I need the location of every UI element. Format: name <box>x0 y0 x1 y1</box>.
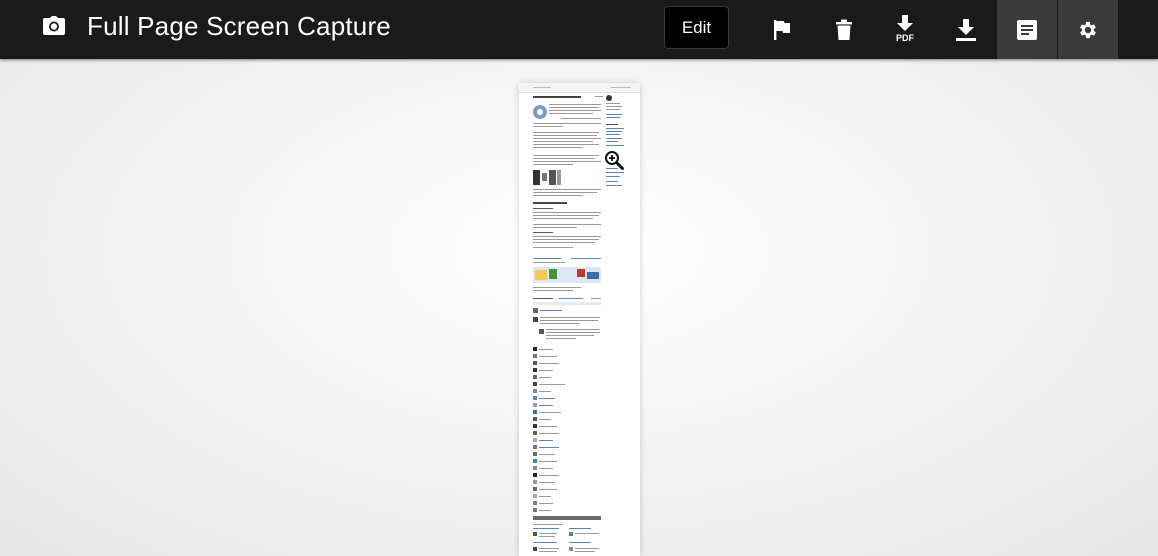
edit-button[interactable]: Edit <box>664 6 729 49</box>
zoom-in-icon[interactable] <box>604 150 624 170</box>
settings-button[interactable] <box>1058 0 1118 59</box>
download-button[interactable] <box>936 0 996 59</box>
download-pdf-icon <box>895 14 915 33</box>
delete-button[interactable] <box>814 0 874 59</box>
camera-icon <box>42 14 66 38</box>
flag-icon <box>772 19 792 41</box>
notes-button[interactable] <box>997 0 1057 59</box>
download-icon <box>955 18 977 41</box>
trash-icon <box>835 19 853 41</box>
notes-icon <box>1016 19 1038 41</box>
pdf-badge: PDF <box>896 33 914 43</box>
top-toolbar: Full Page Screen Capture Edit PDF <box>0 0 1158 59</box>
app-title: Full Page Screen Capture <box>87 11 391 41</box>
flag-button[interactable] <box>752 0 812 59</box>
download-pdf-button[interactable]: PDF <box>875 0 935 59</box>
gear-icon <box>1077 19 1099 41</box>
